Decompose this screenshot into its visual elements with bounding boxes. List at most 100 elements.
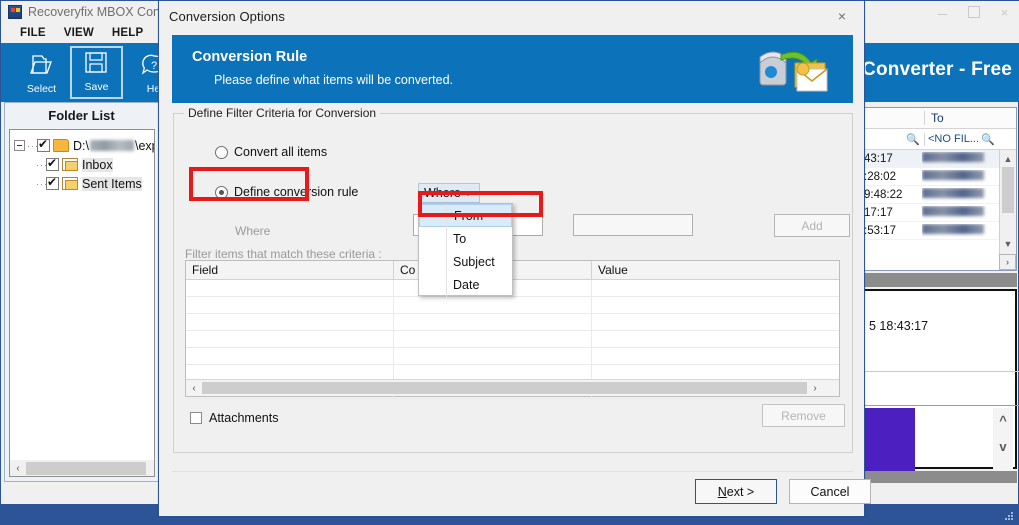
value-input[interactable]	[573, 214, 693, 236]
ribbon-label-save: Save	[84, 81, 109, 93]
scrollbar-thumb[interactable]	[202, 382, 807, 394]
menu-item-view[interactable]: VIEW	[55, 25, 103, 41]
inbox-checkbox[interactable]	[46, 156, 59, 171]
resize-grip-icon[interactable]	[1004, 512, 1014, 522]
open-folder-icon	[28, 53, 56, 79]
scroll-right-icon[interactable]: ›	[807, 383, 823, 394]
cell-date: 17:17	[864, 206, 893, 219]
radio-label-convert-all: Convert all items	[234, 145, 328, 159]
column-header-field[interactable]: Field	[186, 261, 394, 279]
save-disk-icon	[83, 51, 111, 77]
attachments-checkbox[interactable]	[190, 412, 202, 424]
radio-indicator[interactable]	[215, 145, 228, 159]
table-row[interactable]: 43:17	[862, 150, 1016, 168]
filter-cell-to[interactable]: <NO FIL... 🔍	[924, 132, 1016, 146]
table-row[interactable]: :53:17	[862, 222, 1016, 240]
tree-connector: ···	[27, 140, 39, 151]
scroll-down-icon[interactable]: v	[993, 434, 1013, 460]
where-static-label: Where	[235, 224, 271, 238]
table-row[interactable]: 17:17	[862, 204, 1016, 222]
menu-item-help[interactable]: HELP	[103, 25, 152, 41]
tree-row-root[interactable]: ··· D:\ \experin	[14, 136, 154, 155]
mail-list-grid[interactable]: To 🔍 <NO FIL... 🔍 43:17 :28:02 9:48:22 1…	[861, 107, 1017, 271]
filter-placeholder-to: <NO FIL...	[928, 133, 980, 145]
banner-title: Conversion Rule	[192, 49, 308, 65]
dialog-title: Conversion Options	[169, 8, 285, 24]
scroll-right-icon[interactable]: ›	[999, 254, 1016, 270]
column-header-to[interactable]: To	[924, 111, 1016, 125]
scrollbar-thumb[interactable]	[1002, 167, 1014, 213]
magnifier-icon: 🔍	[906, 134, 920, 146]
folder-icon	[53, 139, 69, 152]
filter-search-icon-date[interactable]: 🔍	[862, 132, 924, 146]
highlight-box-from-item	[418, 191, 543, 217]
folder-list-header: Folder List	[5, 103, 158, 127]
preview-divider	[863, 371, 1019, 372]
cancel-button[interactable]: Cancel	[789, 479, 871, 504]
scroll-up-icon[interactable]: ▲	[1000, 150, 1016, 167]
preview-vertical-scrollbar[interactable]: ^ v	[993, 408, 1013, 478]
scroll-left-icon[interactable]: ‹	[10, 463, 26, 474]
table-row[interactable]: 9:48:22	[862, 186, 1016, 204]
mail-folder-icon	[62, 177, 78, 190]
folder-tree[interactable]: ··· D:\ \experin ··· Inbox ··· Sent Items	[9, 129, 155, 477]
cell-date: 9:48:22	[864, 188, 903, 201]
scroll-left-icon[interactable]: ‹	[186, 383, 202, 394]
email-preview-pane: 5 18:43:17 ^ v	[861, 289, 1019, 478]
table-row[interactable]	[186, 348, 839, 365]
mailbox-convert-icon	[757, 43, 831, 97]
banner-subtitle: Please define what items will be convert…	[214, 73, 454, 87]
preview-divider	[863, 405, 1019, 406]
scroll-down-icon[interactable]: ▼	[1000, 235, 1016, 252]
attachments-label: Attachments	[209, 411, 279, 425]
pane-splitter[interactable]	[861, 471, 1017, 483]
radio-convert-all-items[interactable]: Convert all items	[215, 145, 327, 159]
preview-content-block	[863, 408, 915, 478]
preview-date-text: 5 18:43:17	[869, 319, 929, 333]
maximize-button[interactable]	[958, 1, 989, 23]
redacted-path-segment	[89, 139, 134, 151]
sent-items-checkbox[interactable]	[46, 175, 59, 190]
scrollbar-thumb[interactable]	[26, 461, 146, 475]
filter-hint-label: Filter items that match these criteria :	[185, 247, 382, 261]
tree-connector: ···	[36, 159, 48, 170]
root-checkbox[interactable]	[37, 137, 50, 152]
cell-date: :53:17	[864, 224, 896, 237]
magnifier-icon: 🔍	[981, 133, 995, 146]
dropdown-item-date[interactable]: Date	[419, 273, 512, 296]
close-icon[interactable]: ×	[989, 1, 1019, 23]
criteria-horizontal-scrollbar[interactable]: ‹ ›	[186, 379, 839, 396]
ribbon-button-select[interactable]: Select	[15, 46, 68, 99]
mail-grid-vertical-scrollbar[interactable]: ▲ ▼	[999, 150, 1016, 270]
close-icon[interactable]: ×	[820, 1, 864, 31]
minimize-button[interactable]	[927, 1, 958, 23]
cell-date: 43:17	[864, 152, 893, 165]
redacted-email	[922, 188, 984, 198]
mail-grid-filter-row[interactable]: 🔍 <NO FIL... 🔍	[862, 129, 1016, 150]
table-row[interactable]: :28:02	[862, 168, 1016, 186]
ribbon-button-save[interactable]: Save	[70, 46, 123, 99]
dropdown-item-to[interactable]: To	[419, 227, 512, 250]
groupbox-legend: Define Filter Criteria for Conversion	[184, 106, 381, 120]
table-row[interactable]	[186, 331, 839, 348]
remove-button[interactable]: Remove	[762, 404, 845, 427]
pane-splitter[interactable]	[861, 273, 1017, 287]
scroll-up-icon[interactable]: ^	[993, 408, 1013, 434]
table-row[interactable]	[186, 297, 839, 314]
application-title: Recoveryfix MBOX Conve	[28, 5, 174, 19]
menu-item-file[interactable]: FILE	[11, 25, 55, 41]
add-button[interactable]: Add	[774, 214, 850, 237]
tree-row-inbox[interactable]: ··· Inbox	[14, 155, 152, 174]
redacted-email	[922, 170, 984, 180]
dropdown-item-subject[interactable]: Subject	[419, 250, 512, 273]
collapse-icon[interactable]	[14, 140, 25, 151]
mail-folder-icon	[62, 158, 78, 171]
tree-row-sent-items[interactable]: ··· Sent Items	[14, 174, 152, 193]
folder-horizontal-scrollbar[interactable]: ‹	[9, 460, 155, 477]
table-row[interactable]	[186, 314, 839, 331]
column-header-value[interactable]: Value	[592, 261, 839, 279]
highlight-box-define-rule	[189, 167, 309, 201]
window-controls: ×	[927, 1, 1019, 23]
next-button[interactable]: Next >	[695, 479, 777, 504]
attachments-checkbox-row[interactable]: Attachments	[190, 411, 278, 425]
